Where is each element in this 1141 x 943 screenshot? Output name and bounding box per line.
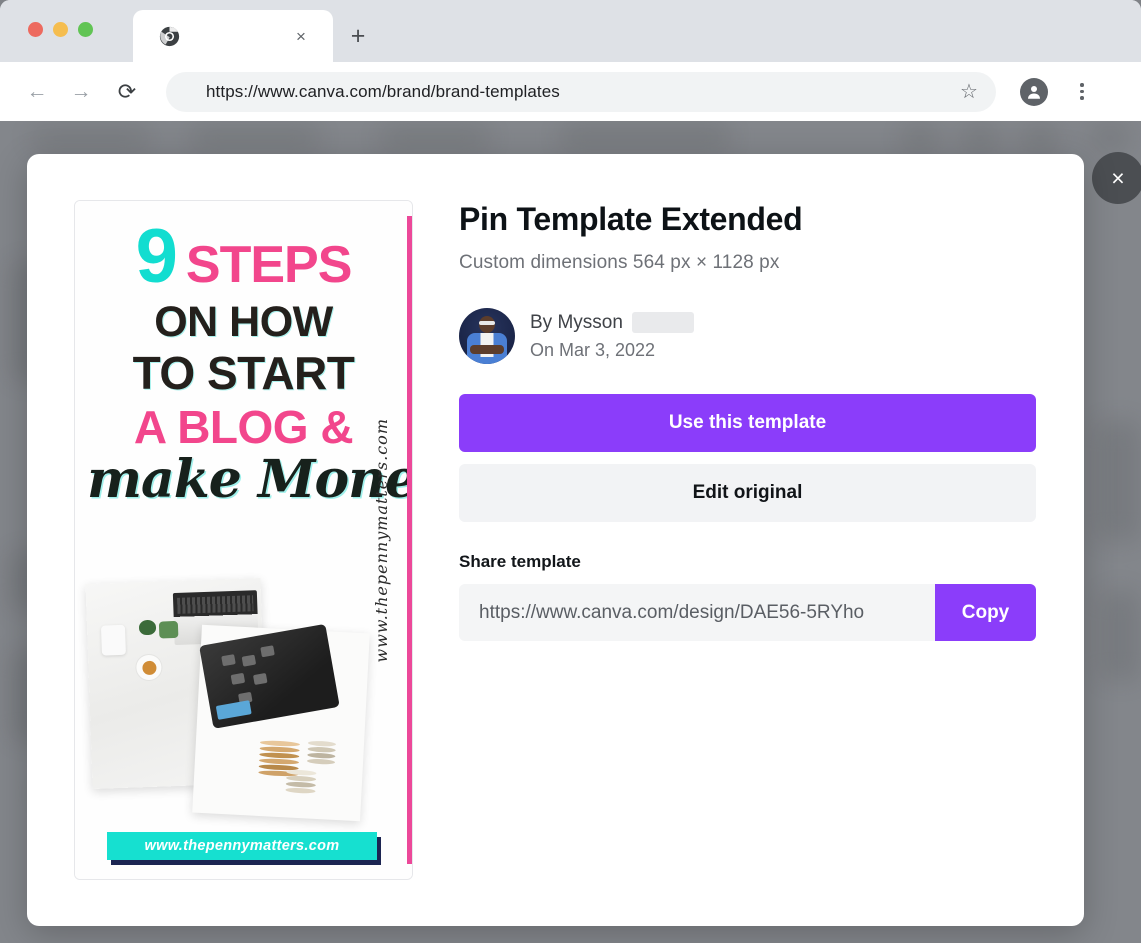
close-window-button[interactable] xyxy=(28,22,43,37)
pin-photo-collage xyxy=(85,571,387,841)
maximize-window-button[interactable] xyxy=(78,22,93,37)
pin-design-artwork: 9 STEPS ON HOW TO START A BLOG & make Mo… xyxy=(75,201,412,879)
browser-chrome: × + ← → ⟳ https://www.canva.com/brand/br… xyxy=(0,0,1141,121)
template-dimensions: Custom dimensions 564 px × 1128 px xyxy=(459,252,780,274)
author-avatar xyxy=(459,308,515,365)
copy-link-button[interactable]: Copy xyxy=(935,584,1036,642)
author-name-redaction xyxy=(631,312,694,334)
template-detail-modal: 9 STEPS ON HOW TO START A BLOG & make Mo… xyxy=(27,154,1084,926)
author-name: By Mysson xyxy=(530,311,623,333)
close-modal-button[interactable]: × xyxy=(1092,152,1141,204)
tab-strip: × + xyxy=(0,0,1141,62)
template-title: Pin Template Extended xyxy=(459,201,803,237)
pin-steps-word: STEPS xyxy=(185,236,352,294)
pin-side-url: www.thepennymatters.com xyxy=(368,201,394,879)
coffee-cup-graphic xyxy=(134,653,163,682)
author-row: By Mysson On Mar 3, 2022 xyxy=(459,308,1036,365)
template-preview-card[interactable]: 9 STEPS ON HOW TO START A BLOG & make Mo… xyxy=(74,200,413,880)
back-button[interactable]: ← xyxy=(20,75,54,109)
author-text: By Mysson On Mar 3, 2022 xyxy=(530,312,694,361)
bookmark-star-icon[interactable]: ☆ xyxy=(958,81,980,103)
pin-line-5: make Money xyxy=(87,449,413,510)
calculator-coins-photo xyxy=(192,623,370,822)
author-date: On Mar 3, 2022 xyxy=(530,339,656,360)
tab-close-icon[interactable]: × xyxy=(291,26,311,46)
minimize-window-button[interactable] xyxy=(53,22,68,37)
pin-line-2: ON HOW xyxy=(154,298,333,346)
pin-url-banner-text: www.thepennymatters.com xyxy=(144,838,340,854)
pin-headline: 9 STEPS ON HOW TO START A BLOG & make Mo… xyxy=(75,219,412,506)
template-details-panel: Pin Template Extended Custom dimensions … xyxy=(459,200,1036,642)
profile-avatar-icon[interactable] xyxy=(1020,77,1048,106)
share-template-label: Share template xyxy=(459,552,581,572)
reload-button[interactable]: ⟳ xyxy=(110,75,144,109)
share-template-row: Copy xyxy=(459,584,1036,642)
share-url-input[interactable] xyxy=(459,584,935,642)
browser-menu-icon[interactable] xyxy=(1070,80,1094,104)
pin-line-3: TO START xyxy=(132,347,355,399)
browser-tab[interactable]: × xyxy=(133,10,333,62)
pin-line-4: A BLOG & xyxy=(133,401,354,453)
chrome-logo-icon xyxy=(159,26,180,47)
browser-toolbar: ← → ⟳ https://www.canva.com/brand/brand-… xyxy=(0,62,1141,121)
use-this-template-button[interactable]: Use this template xyxy=(459,394,1036,453)
address-bar[interactable]: https://www.canva.com/brand/brand-templa… xyxy=(166,71,996,112)
pin-side-url-text: www.thepennymatters.com xyxy=(371,417,391,663)
new-tab-button[interactable]: + xyxy=(344,22,372,50)
pin-number: 9 xyxy=(135,214,178,299)
forward-button[interactable]: → xyxy=(64,75,98,109)
pin-url-banner: www.thepennymatters.com xyxy=(107,832,377,860)
address-bar-url: https://www.canva.com/brand/brand-templa… xyxy=(206,81,560,101)
edit-original-button[interactable]: Edit original xyxy=(459,464,1036,523)
calculator-graphic xyxy=(199,623,340,729)
pin-pink-edge-bar xyxy=(407,216,412,864)
window-traffic-lights xyxy=(28,22,93,37)
